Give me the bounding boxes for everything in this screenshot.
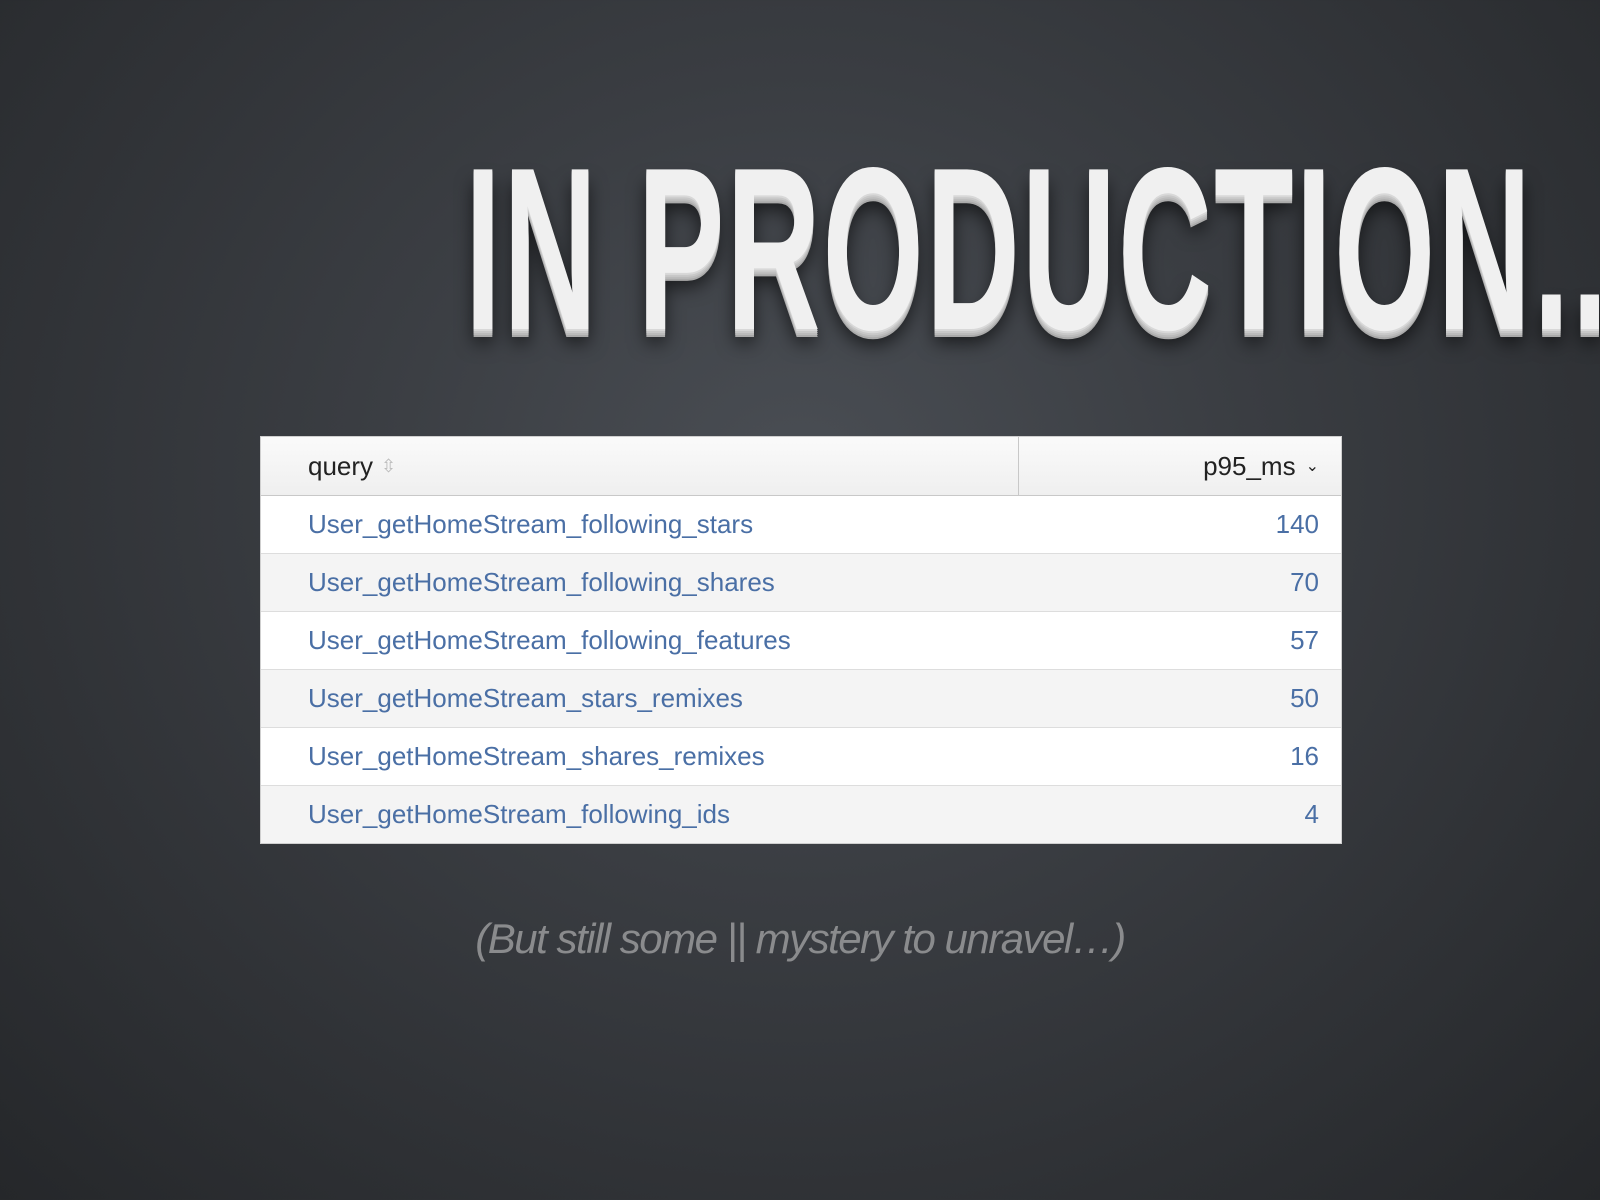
p95-value: 4 xyxy=(1304,799,1319,829)
sort-both-icon: ⇳ xyxy=(381,455,397,476)
query-link[interactable]: User_getHomeStream_shares_remixes xyxy=(261,741,1019,772)
p95-value: 50 xyxy=(1290,683,1319,713)
query-link[interactable]: User_getHomeStream_following_features xyxy=(261,625,1019,656)
results-table: query ⇳ p95_ms ⌄ User_getHomeStream_foll… xyxy=(260,436,1342,844)
slide-title: IN PRODUCTION... xyxy=(464,120,1600,379)
query-link[interactable]: User_getHomeStream_following_shares xyxy=(261,567,1019,598)
slide-subtitle: (But still some || mystery to unravel…) xyxy=(475,915,1126,962)
p95-value: 70 xyxy=(1290,567,1319,597)
table-header: query ⇳ p95_ms ⌄ xyxy=(261,437,1341,496)
table-row: User_getHomeStream_shares_remixes 16 xyxy=(261,728,1341,786)
table-row: User_getHomeStream_following_stars 140 xyxy=(261,496,1341,554)
p95-value: 57 xyxy=(1290,625,1319,655)
column-header-query[interactable]: query ⇳ xyxy=(261,437,1019,495)
p95-value: 16 xyxy=(1290,741,1319,771)
p95-value: 140 xyxy=(1275,509,1319,539)
sort-desc-icon: ⌄ xyxy=(1305,458,1319,475)
table-row: User_getHomeStream_following_ids 4 xyxy=(261,786,1341,843)
query-link[interactable]: User_getHomeStream_stars_remixes xyxy=(261,683,1019,714)
query-link[interactable]: User_getHomeStream_following_stars xyxy=(261,509,1019,540)
column-header-p95-ms[interactable]: p95_ms ⌄ xyxy=(1019,437,1341,495)
table-row: User_getHomeStream_following_features 57 xyxy=(261,612,1341,670)
table-row: User_getHomeStream_stars_remixes 50 xyxy=(261,670,1341,728)
table-row: User_getHomeStream_following_shares 70 xyxy=(261,554,1341,612)
query-link[interactable]: User_getHomeStream_following_ids xyxy=(261,799,1019,830)
